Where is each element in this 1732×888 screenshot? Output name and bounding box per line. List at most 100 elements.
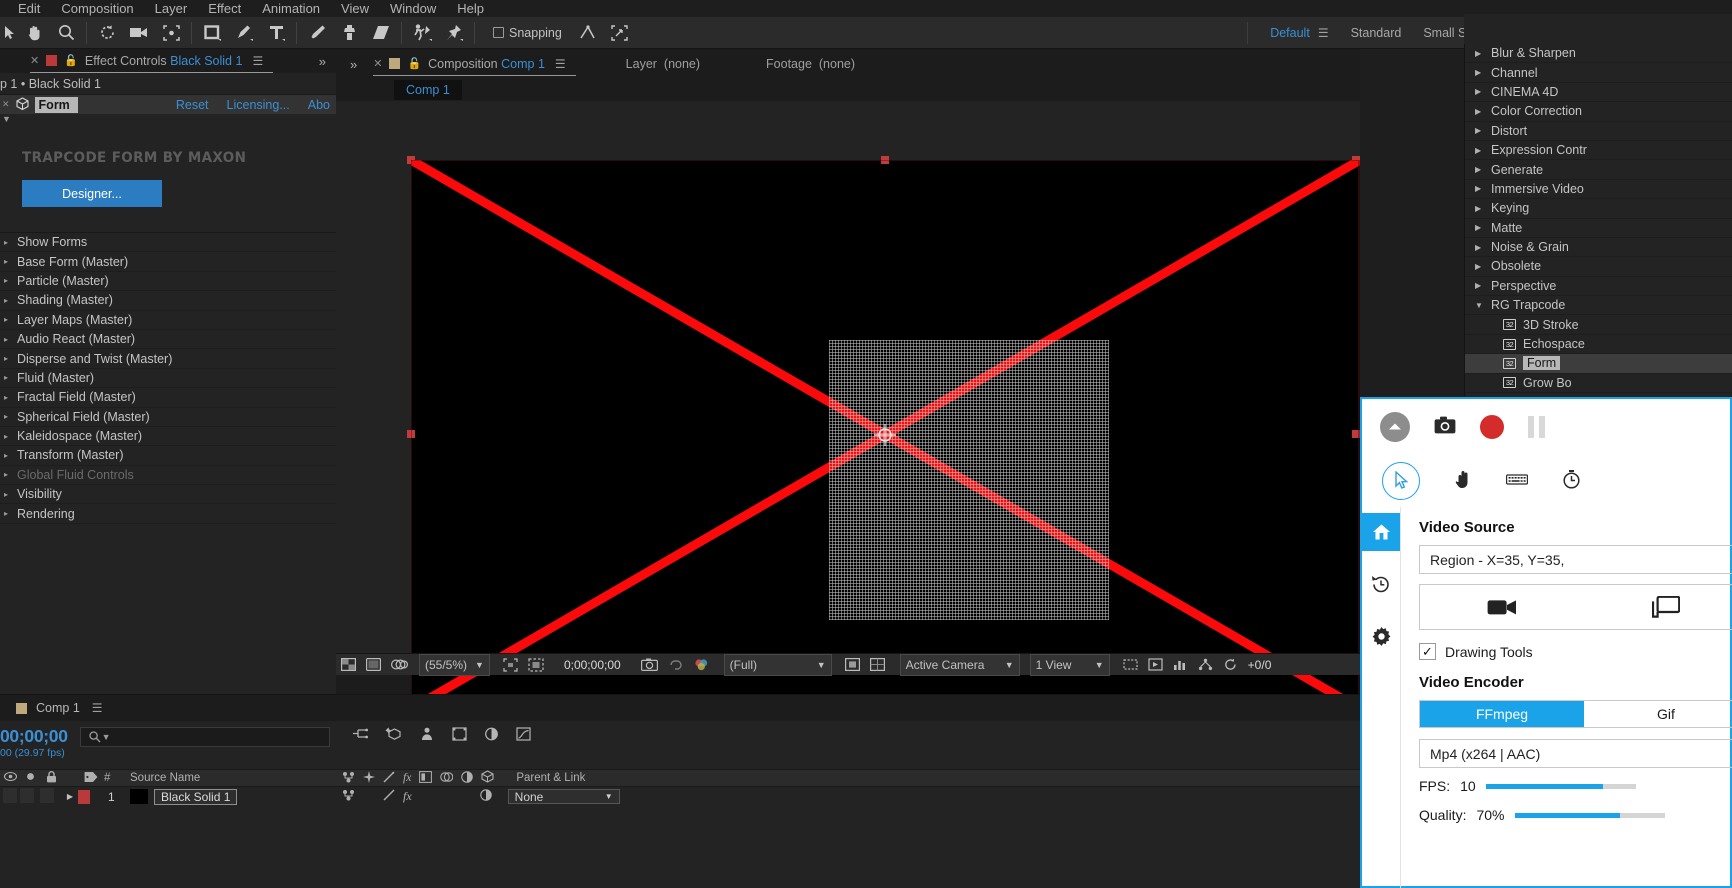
hand-icon[interactable]	[1454, 469, 1472, 492]
comp-lock-icon[interactable]: 🔓	[407, 57, 421, 70]
tab-effect-controls[interactable]: ✕ 🔓 Effect Controls Black Solid 1 ☰	[30, 49, 274, 73]
screen-recorder-window[interactable]: Video Source Region - X=35, Y=35, ✓ Draw…	[1360, 397, 1732, 888]
snapping-checkbox[interactable]	[493, 27, 504, 38]
effect-property-row[interactable]: ▸ Layer Maps (Master)	[0, 310, 336, 330]
chevron-right-icon[interactable]: ▶	[1475, 126, 1484, 135]
panel-menu-icon[interactable]: ☰	[252, 54, 263, 68]
quality-slider[interactable]	[1514, 812, 1665, 818]
timeline-search-input[interactable]: ▼	[79, 727, 330, 747]
menu-item-view[interactable]: View	[341, 1, 369, 16]
timeline-timecode[interactable]: 00;00;00	[0, 721, 68, 747]
three-d-switch-icon[interactable]	[481, 770, 494, 786]
settings-icon[interactable]	[1362, 617, 1400, 655]
collapse-icon[interactable]	[1380, 411, 1410, 442]
effect-property-row[interactable]: ▸ Spherical Field (Master)	[0, 407, 336, 427]
chevron-right-icon[interactable]: ▶	[1475, 281, 1484, 290]
adjustment-switch-icon[interactable]	[440, 771, 454, 786]
snapshot-icon[interactable]	[636, 654, 663, 676]
transform-box-icon[interactable]	[604, 18, 636, 48]
layer-motion-blur-icon[interactable]	[383, 789, 395, 804]
effect-property-row[interactable]: ▸ Fractal Field (Master)	[0, 388, 336, 408]
toggle-mask-icon[interactable]	[361, 654, 386, 676]
toggle-guides-icon[interactable]	[865, 654, 890, 676]
effects-category-row[interactable]: ▶ Noise & Grain	[1465, 238, 1732, 258]
effect-item-row[interactable]: 32 Echospace	[1465, 335, 1732, 355]
camera-select[interactable]: Active Camera ▼	[899, 653, 1020, 676]
effect-property-row[interactable]: ▸ Kaleidospace (Master)	[0, 426, 336, 447]
effect-remove-icon[interactable]: ✕	[2, 99, 10, 110]
cursor-icon[interactable]	[1382, 461, 1420, 500]
pan-behind-tool[interactable]	[155, 18, 187, 48]
effects-category-row[interactable]: ▶ Distort	[1465, 122, 1732, 141]
composition-viewer[interactable]: (55/5%) ▼ 0;00;00;00 (Full) ▼ Active Cam…	[336, 101, 1360, 713]
effects-switch-icon[interactable]: fx	[403, 772, 411, 784]
encoder-gif-option[interactable]: Gif	[1584, 701, 1732, 727]
layer-video-toggle[interactable]	[0, 787, 20, 806]
effect-property-row[interactable]: ▸ Base Form (Master)	[0, 252, 336, 272]
view-layout-select[interactable]: 1 View ▼	[1029, 653, 1110, 676]
chevron-right-icon[interactable]: ▸	[0, 315, 12, 324]
lock-icon[interactable]: 🔓	[64, 54, 78, 67]
record-icon[interactable]	[1480, 414, 1504, 439]
column-parent-link[interactable]: Parent & Link	[516, 772, 585, 784]
camera-tool[interactable]	[123, 18, 155, 48]
home-icon[interactable]	[1362, 513, 1400, 551]
pixel-aspect-icon[interactable]	[1118, 654, 1143, 676]
effect-property-row[interactable]: ▸ Shading (Master)	[0, 291, 336, 311]
layer-parent-icon[interactable]	[342, 789, 355, 804]
resolution-auto-icon[interactable]	[498, 654, 523, 676]
drawing-tools-row[interactable]: ✓ Drawing Tools	[1419, 643, 1732, 660]
chevron-right-icon[interactable]: ▸	[0, 354, 12, 363]
column-index[interactable]: #	[104, 772, 130, 784]
chevron-right-icon[interactable]: ▸	[0, 373, 12, 382]
chevron-right-icon[interactable]: ▸	[0, 257, 12, 266]
motion-blur-switch-icon[interactable]	[383, 771, 395, 786]
about-link[interactable]: Abo	[308, 98, 330, 112]
menu-item-effect[interactable]: Effect	[208, 1, 241, 16]
quality-switch-icon[interactable]	[363, 770, 375, 786]
effect-property-row[interactable]: ▸ Audio React (Master)	[0, 329, 336, 350]
effects-category-row[interactable]: ▶ CINEMA 4D	[1465, 83, 1732, 103]
enable-motion-blur-icon[interactable]	[484, 727, 499, 744]
keyboard-icon[interactable]	[1506, 473, 1528, 489]
chevron-right-icon[interactable]: ▶	[1475, 262, 1484, 271]
region-of-interest-icon[interactable]	[523, 654, 549, 676]
selection-tool[interactable]	[0, 18, 18, 48]
chevron-right-icon[interactable]: ▸	[0, 490, 12, 499]
layer-label-color[interactable]	[78, 789, 90, 804]
clone-stamp-tool[interactable]	[333, 18, 365, 48]
anchor-point-icon[interactable]	[874, 424, 896, 446]
eraser-tool[interactable]	[365, 18, 397, 48]
rotation-tool[interactable]	[91, 18, 123, 48]
workspace-standard[interactable]: Standard	[1351, 26, 1402, 40]
timeline-icon[interactable]	[1168, 654, 1193, 676]
hand-tool[interactable]	[18, 18, 50, 48]
exposure-value[interactable]: +0/0	[1243, 654, 1277, 676]
chevron-right-icon[interactable]: ▸	[0, 393, 12, 402]
frame-blend-switch-icon[interactable]	[419, 770, 433, 786]
viewer-timecode[interactable]: 0;00;00;00	[559, 654, 626, 676]
reset-link[interactable]: Reset	[176, 98, 209, 112]
audio-switch-icon[interactable]	[20, 771, 40, 785]
history-icon[interactable]	[1362, 565, 1400, 603]
chevron-right-icon[interactable]: ▸	[0, 296, 12, 305]
effect-item-row[interactable]: 32 Form	[1465, 354, 1732, 374]
effect-property-row[interactable]: ▸ Fluid (Master)	[0, 368, 336, 389]
fps-slider[interactable]	[1485, 783, 1636, 789]
comp-name-chip[interactable]: Comp 1	[394, 80, 462, 100]
chevron-right-icon[interactable]: ▸	[0, 432, 12, 441]
effect-property-row[interactable]: ▸ Show Forms	[0, 233, 336, 253]
effects-category-row[interactable]: ▶ Expression Contr	[1465, 141, 1732, 161]
hide-shy-layers-icon[interactable]	[419, 727, 435, 744]
chevron-right-icon[interactable]: ▶	[1475, 87, 1484, 96]
chevron-right-icon[interactable]: ▶	[1475, 146, 1484, 155]
magnification-select[interactable]: (55/5%) ▼	[419, 653, 490, 676]
chevron-right-icon[interactable]: ▸	[0, 451, 12, 460]
effect-expand-row[interactable]: ▼	[0, 114, 336, 128]
collapse-switch-icon[interactable]	[461, 770, 474, 786]
chevron-right-icon[interactable]: ▸	[0, 238, 12, 247]
layer-fx-icon[interactable]: fx	[403, 789, 412, 804]
chevron-right-icon[interactable]: ▶	[1475, 49, 1484, 58]
puppet-pin-tool[interactable]	[438, 18, 470, 48]
video-switch-icon[interactable]	[0, 771, 20, 785]
